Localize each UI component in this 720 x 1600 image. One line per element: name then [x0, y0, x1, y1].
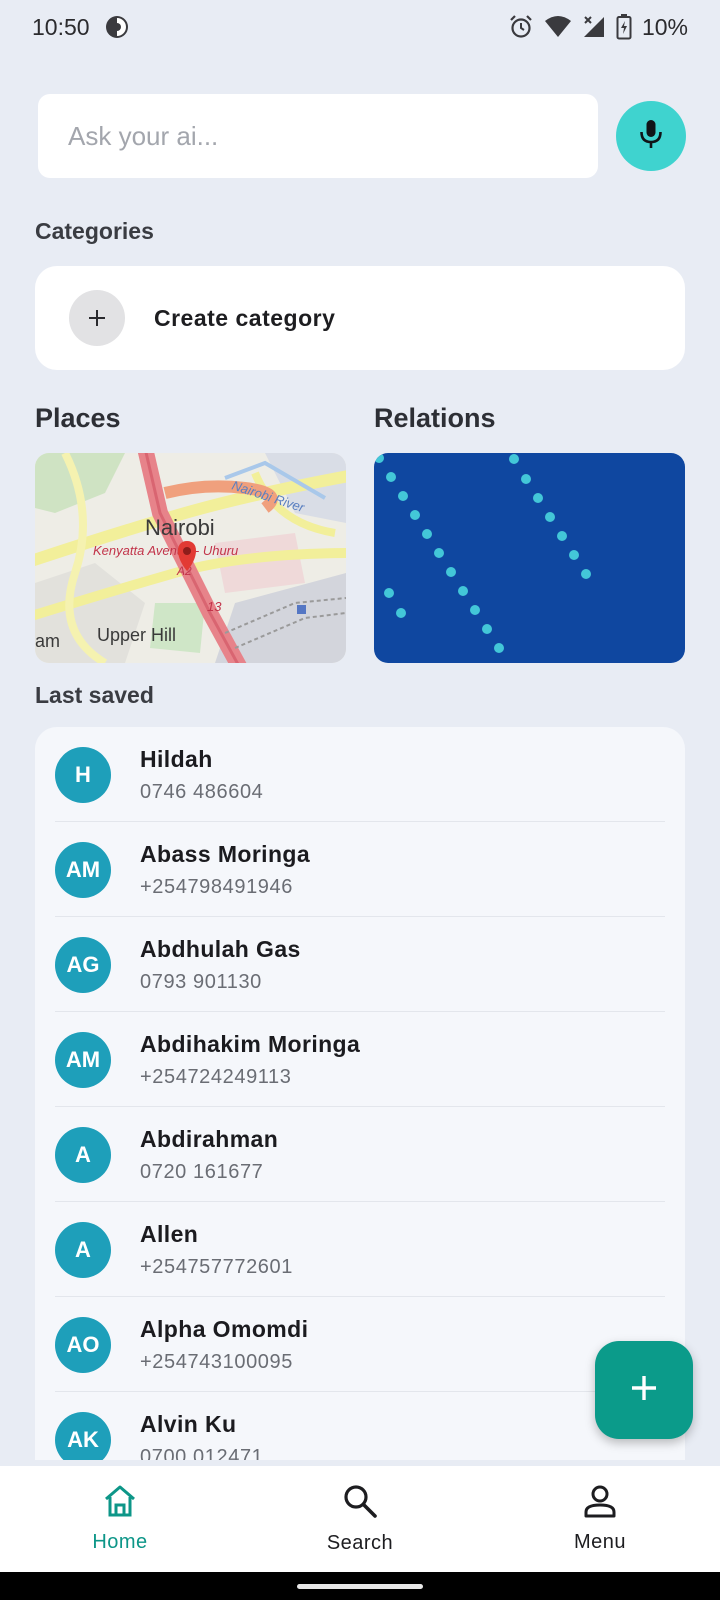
contact-row[interactable]: A Allen +254757772601: [55, 1202, 665, 1297]
status-bar: 10:50 10%: [0, 0, 720, 54]
signal-icon: [582, 15, 606, 39]
nav-search-label: Search: [326, 1532, 394, 1554]
contact-name: Abdirahman: [140, 1125, 279, 1152]
last-saved-label: Last saved: [35, 682, 154, 708]
contact-phone: 0720 161677: [140, 1160, 264, 1183]
contact-row[interactable]: AG Abdhulah Gas 0793 901130: [55, 917, 665, 1012]
search-icon: [342, 1483, 378, 1524]
contact-row[interactable]: A Abdirahman 0720 161677: [55, 1107, 665, 1202]
bottom-nav: Home Search Menu: [0, 1466, 720, 1572]
add-category-icon: [69, 290, 125, 346]
map-route-b-label: 13: [207, 599, 222, 614]
relations-title: Relations: [374, 403, 496, 433]
home-indicator[interactable]: [297, 1584, 423, 1589]
add-button[interactable]: [595, 1341, 693, 1439]
map-district-label: Upper Hill: [97, 625, 176, 645]
avatar: AG: [55, 936, 111, 993]
nav-home-label: Home: [92, 1531, 148, 1553]
contact-name: Abdhulah Gas: [140, 935, 301, 962]
contact-phone: +254743100095: [140, 1350, 293, 1373]
nav-menu-label: Menu: [573, 1531, 627, 1553]
ai-search-input[interactable]: [68, 120, 568, 152]
battery-percent: 10%: [641, 13, 688, 40]
map-street-label: Kenyatta Avenue - Uhuru: [93, 543, 238, 558]
nav-home[interactable]: Home: [0, 1466, 240, 1572]
contact-row[interactable]: AK Alvin Ku 0700 012471: [55, 1392, 665, 1460]
microphone-icon: [638, 119, 664, 154]
map-city-label: Nairobi: [145, 515, 215, 540]
avatar: A: [55, 1221, 111, 1278]
places-map-card[interactable]: Nairobi Kenyatta Avenue - Uhuru Nairobi …: [35, 453, 346, 663]
avatar: AM: [55, 1031, 111, 1088]
places-title: Places: [35, 403, 121, 433]
relations-card[interactable]: [374, 453, 685, 663]
mic-button[interactable]: [616, 101, 686, 171]
nav-search[interactable]: Search: [240, 1466, 480, 1572]
create-category-label: Create category: [154, 304, 336, 331]
contact-name: Hildah: [140, 745, 213, 772]
gesture-bar: [0, 1572, 720, 1600]
categories-label: Categories: [35, 218, 154, 244]
nav-menu[interactable]: Menu: [480, 1466, 720, 1572]
status-time: 10:50: [32, 13, 90, 40]
contact-phone: 0746 486604: [140, 780, 264, 803]
contact-name: Alpha Omomdi: [140, 1315, 309, 1342]
last-saved-list: H Hildah 0746 486604 AM Abass Moringa +2…: [35, 727, 685, 1460]
contact-row[interactable]: AM Abdihakim Moringa +254724249113: [55, 1012, 665, 1107]
alarm-icon: [508, 14, 534, 40]
contact-phone: 0793 901130: [140, 970, 262, 993]
contact-phone: 0700 012471: [140, 1445, 264, 1461]
contact-phone: +254757772601: [140, 1255, 293, 1278]
wifi-icon: [544, 15, 572, 39]
contact-name: Abdihakim Moringa: [140, 1030, 361, 1057]
contact-row[interactable]: H Hildah 0746 486604: [55, 727, 665, 822]
contact-name: Abass Moringa: [140, 840, 311, 867]
avatar: AK: [55, 1411, 111, 1460]
person-icon: [583, 1484, 617, 1523]
avatar: H: [55, 746, 111, 803]
home-icon: [102, 1484, 138, 1523]
relations-graph: [374, 453, 591, 653]
places-map: Nairobi Kenyatta Avenue - Uhuru Nairobi …: [35, 453, 346, 663]
avatar: AO: [55, 1316, 111, 1373]
map-edge-label: am: [35, 631, 60, 651]
ai-search-box[interactable]: [38, 94, 598, 178]
contact-row[interactable]: AO Alpha Omomdi +254743100095: [55, 1297, 665, 1392]
avatar: A: [55, 1126, 111, 1183]
contact-phone: +254798491946: [140, 875, 293, 898]
contact-phone: +254724249113: [140, 1065, 292, 1088]
battery-icon: [616, 14, 632, 40]
contact-name: Allen: [140, 1220, 199, 1247]
create-category-button[interactable]: Create category: [35, 266, 685, 370]
app-notification-icon: [104, 14, 130, 40]
contact-row[interactable]: AM Abass Moringa +254798491946: [55, 822, 665, 917]
contact-name: Alvin Ku: [140, 1410, 237, 1437]
plus-icon: [629, 1373, 659, 1408]
ai-search-row: [38, 94, 686, 178]
avatar: AM: [55, 841, 111, 898]
